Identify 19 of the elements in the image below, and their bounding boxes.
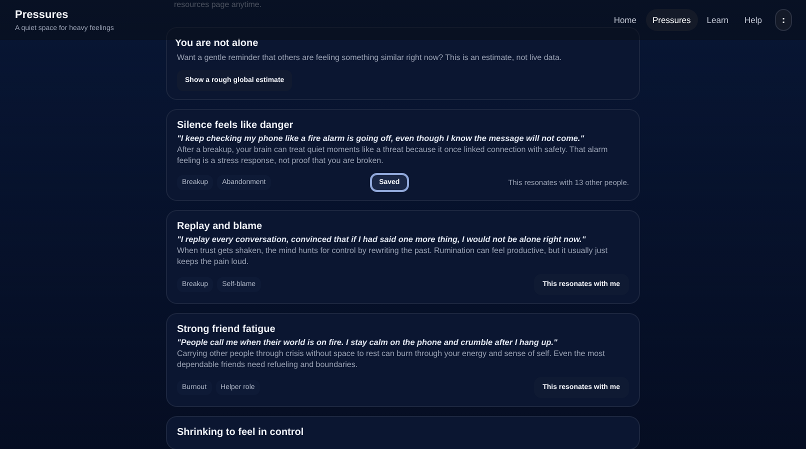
card-title: Replay and blame [177, 220, 264, 232]
card-title: Shrinking to feel in control [177, 426, 305, 438]
nav-link[interactable]: Help [738, 9, 769, 31]
card-title: Strong friend fatigue [177, 324, 276, 334]
card-text: After a breakup, your brain can treat quiet moments like a threat because it once linked connection with safety. That alarm feeling is a stress response, not proof that you are broken. [177, 144, 609, 166]
card-text: Want a gentle reminder that others are feeling something similar right now? This is an estimate, not live data. [177, 52, 563, 64]
nav-link[interactable]: Pressures [646, 9, 698, 31]
nav-link[interactable]: Home [606, 9, 644, 31]
card-title: You are not alone [175, 38, 260, 49]
quote-text: "I replay every conversation, convinced that if I had said one more thing, I would not be alone right now." [177, 234, 587, 244]
menu-button[interactable]: : [775, 9, 792, 31]
app-title: Pressures [15, 8, 70, 20]
quote-text: "People call me when their world is on fire. I stay calm on the phone and crumble after I hang up." [177, 338, 558, 346]
intro-text: resources page anytime. [174, 0, 263, 10]
card-text: Carrying other people through crisis without space to rest can burn through your energy and sense of self. Even the most dependable friends need refueling and boundaries. [177, 348, 606, 370]
card-title: Silence feels like danger [177, 120, 294, 130]
card-text: When trust gets shaken, the mind hunts for control by rewriting the past. Rumination can feel productive, but it usually just keeps the pain loud. [177, 244, 608, 268]
nav-link[interactable]: Learn [700, 9, 736, 31]
quote-text: "I keep checking my phone like a fire alarm is going off, even though I know the message will not come." [177, 134, 586, 142]
